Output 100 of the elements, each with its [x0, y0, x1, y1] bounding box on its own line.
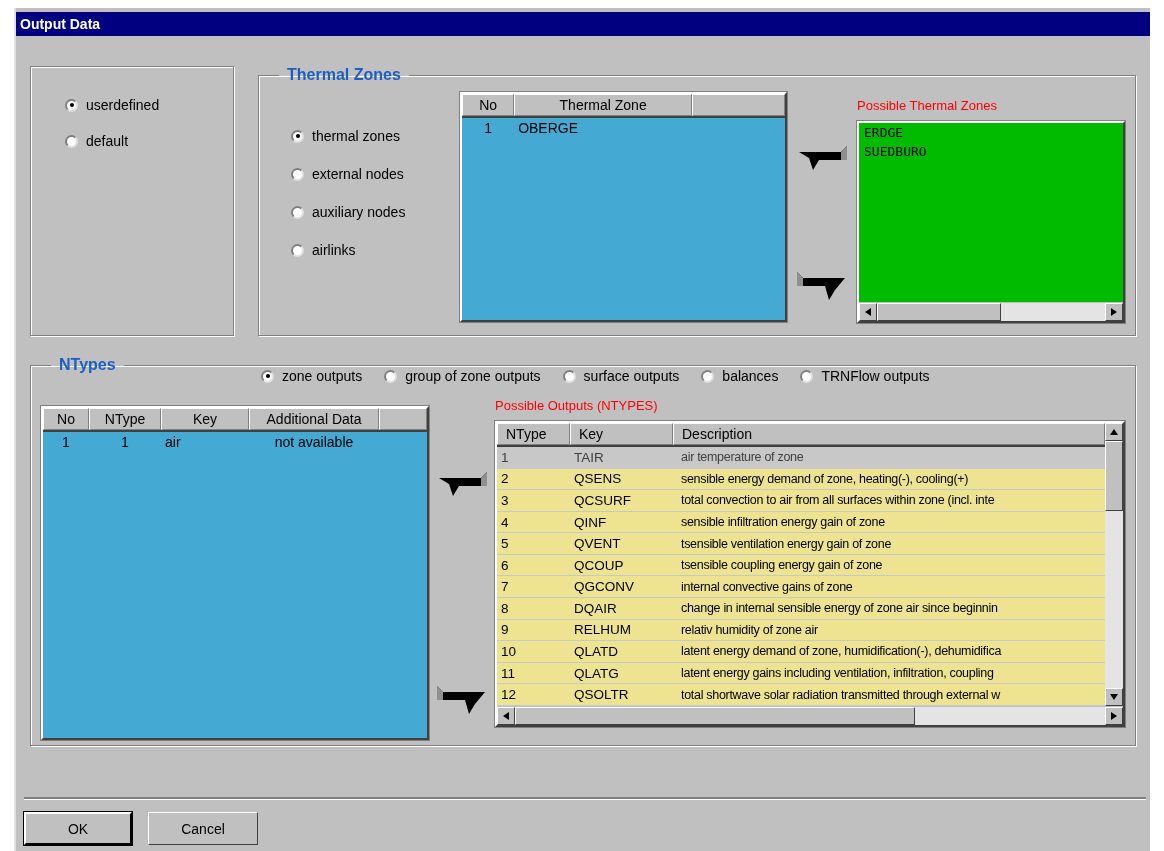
- move-right-icon[interactable]: [437, 686, 487, 714]
- radio-button[interactable]: [261, 369, 274, 383]
- table-cell-text: latent energy gains including ventilation, infiltration, coupling: [680, 666, 995, 681]
- output-row[interactable]: 2 QSENS sensible energy demand of zone, heating(-), cooling(+): [497, 468, 1105, 491]
- output-row[interactable]: 11 QLATG latent energy gains including ventilation, infiltration, coupling: [497, 662, 1105, 685]
- radio-button[interactable]: [291, 167, 304, 181]
- radio-option[interactable]: balances: [701, 368, 779, 384]
- list-label: Possible Outputs (NTYPES): [495, 398, 659, 413]
- table-cell-text: 4: [500, 514, 510, 530]
- horizontal-scrollbar[interactable]: [859, 302, 1123, 321]
- radio-button[interactable]: [701, 369, 715, 383]
- radio-button[interactable]: [800, 369, 814, 383]
- scroll-thumb[interactable]: [515, 707, 915, 725]
- radio-button[interactable]: [291, 243, 304, 257]
- horizontal-scrollbar[interactable]: [497, 706, 1123, 725]
- radio-label: TRNFlow outputs: [821, 368, 930, 384]
- column-header[interactable]: No: [43, 408, 89, 430]
- radio-button[interactable]: [562, 369, 576, 383]
- radio-label: surface outputs: [583, 368, 680, 384]
- table-cell-text: QSOLTR: [573, 687, 630, 703]
- column-header[interactable]: Thermal Zone: [514, 94, 693, 116]
- vertical-scrollbar[interactable]: [1105, 423, 1123, 706]
- output-row[interactable]: 8 DQAIR change in internal sensible energy of zone air since beginnin: [497, 598, 1105, 620]
- group-title: Thermal Zones: [286, 66, 402, 84]
- table-cell-text: 3: [500, 492, 510, 508]
- scroll-button[interactable]: [1105, 707, 1123, 725]
- column-header[interactable]: [379, 408, 427, 430]
- radio-button[interactable]: [65, 98, 78, 112]
- table-cell-text: sensible energy demand of zone, heating(-), cooling(+): [680, 471, 970, 486]
- column-header[interactable]: NType: [89, 408, 161, 430]
- scroll-right-icon[interactable]: [1111, 712, 1117, 720]
- scroll-left-icon[interactable]: [865, 308, 871, 316]
- output-row[interactable]: 7 QGCONV internal convective gains of zone: [497, 576, 1105, 599]
- column-header[interactable]: No: [462, 94, 515, 116]
- radio-option[interactable]: thermal zones: [291, 128, 461, 144]
- table-cell-text: QLATD: [573, 644, 619, 659]
- scroll-thumb[interactable]: [877, 303, 1001, 321]
- table-cell-text: 11: [500, 665, 516, 681]
- column-header[interactable]: NType: [497, 423, 570, 445]
- radio-option[interactable]: TRNFlow outputs: [800, 368, 930, 384]
- table-cell-text: 1: [500, 449, 510, 465]
- radio-option[interactable]: zone outputs: [261, 368, 363, 384]
- radio-button[interactable]: [291, 129, 304, 143]
- scroll-up-icon[interactable]: [1110, 429, 1118, 435]
- output-row[interactable]: 12 QSOLTR total shortwave solar radiation transmitted through external w: [497, 684, 1105, 706]
- output-row[interactable]: 3 QCSURF total convection to air from all surfaces within zone (incl. inte: [497, 490, 1105, 512]
- column-header[interactable]: Key: [161, 408, 249, 430]
- radio-option[interactable]: auxiliary nodes: [291, 204, 461, 220]
- table-cell-text: change in internal sensible energy of zone air since beginnin: [680, 601, 999, 616]
- dialog-button[interactable]: OK: [24, 812, 132, 845]
- radio-option[interactable]: userdefined: [65, 97, 233, 113]
- radio-button[interactable]: [291, 205, 304, 219]
- radio-option[interactable]: surface outputs: [562, 368, 680, 384]
- scroll-right-icon[interactable]: [1111, 308, 1117, 316]
- scroll-down-icon[interactable]: [1110, 694, 1118, 700]
- list-item[interactable]: ERDGE: [859, 123, 1123, 142]
- table-cell-text: total shortwave solar radiation transmitted through external w: [680, 687, 1002, 702]
- radio-label: thermal zones: [312, 128, 400, 144]
- scroll-left-icon[interactable]: [503, 712, 509, 720]
- radio-label: auxiliary nodes: [312, 204, 406, 220]
- table-cell-text: tsensible ventilation energy gain of zone: [680, 536, 893, 551]
- table-cell-text: relativ humidity of zone air: [680, 622, 819, 637]
- radio-button[interactable]: [65, 134, 78, 148]
- radio-option[interactable]: external nodes: [291, 166, 461, 182]
- output-row[interactable]: 6 QCOUP tsensible coupling energy gain of zone: [497, 554, 1105, 577]
- list-label: Possible Thermal Zones: [857, 98, 998, 113]
- output-row[interactable]: 10 QLATD latent energy demand of zone, humidification(-), dehumidifica: [497, 641, 1105, 663]
- scroll-thumb[interactable]: [1105, 441, 1123, 511]
- radio-option[interactable]: default: [65, 133, 233, 149]
- table-cell-text: not available: [273, 433, 355, 452]
- output-row[interactable]: 1 TAIR air temperature of zone: [497, 447, 1105, 469]
- column-header[interactable]: [692, 94, 785, 116]
- table-cell-text: 8: [500, 600, 510, 616]
- window-title: Output Data: [16, 12, 1150, 36]
- table-cell-text: 7: [500, 579, 510, 595]
- column-header[interactable]: Key: [570, 423, 673, 445]
- table-cell-text: 12: [500, 687, 518, 703]
- output-row[interactable]: 4 QINF sensible infiltration energy gain of zone: [497, 511, 1105, 534]
- output-row[interactable]: 9 RELHUM relativ humidity of zone air: [497, 619, 1105, 642]
- radio-button[interactable]: [384, 369, 398, 383]
- column-header[interactable]: Additional Data: [249, 408, 379, 430]
- column-header[interactable]: Description: [673, 423, 1105, 445]
- table-cell-text: latent energy demand of zone, humidification(-), dehumidifica: [680, 644, 1003, 659]
- radio-option[interactable]: airlinks: [291, 242, 461, 258]
- radio-label: userdefined: [86, 97, 160, 113]
- table-cell-text: 5: [500, 536, 510, 552]
- scroll-button[interactable]: [1105, 423, 1123, 441]
- scroll-button[interactable]: [859, 303, 877, 321]
- table-cell-text: TAIR: [573, 449, 605, 465]
- table-cell-text: OBERGE: [517, 119, 580, 138]
- list-item[interactable]: SUEDBURO: [859, 142, 1123, 161]
- scroll-button[interactable]: [497, 707, 515, 725]
- output-row[interactable]: 5 QVENT tsensible ventilation energy gain of zone: [497, 533, 1105, 555]
- group-title: NTypes: [58, 356, 117, 374]
- scroll-button[interactable]: [1105, 303, 1123, 321]
- table-cell-text: QCOUP: [573, 557, 625, 573]
- dialog-button[interactable]: Cancel: [148, 812, 258, 845]
- move-right-icon[interactable]: [797, 272, 847, 300]
- table-cell-text: 1: [120, 433, 130, 452]
- scroll-button[interactable]: [1105, 688, 1123, 706]
